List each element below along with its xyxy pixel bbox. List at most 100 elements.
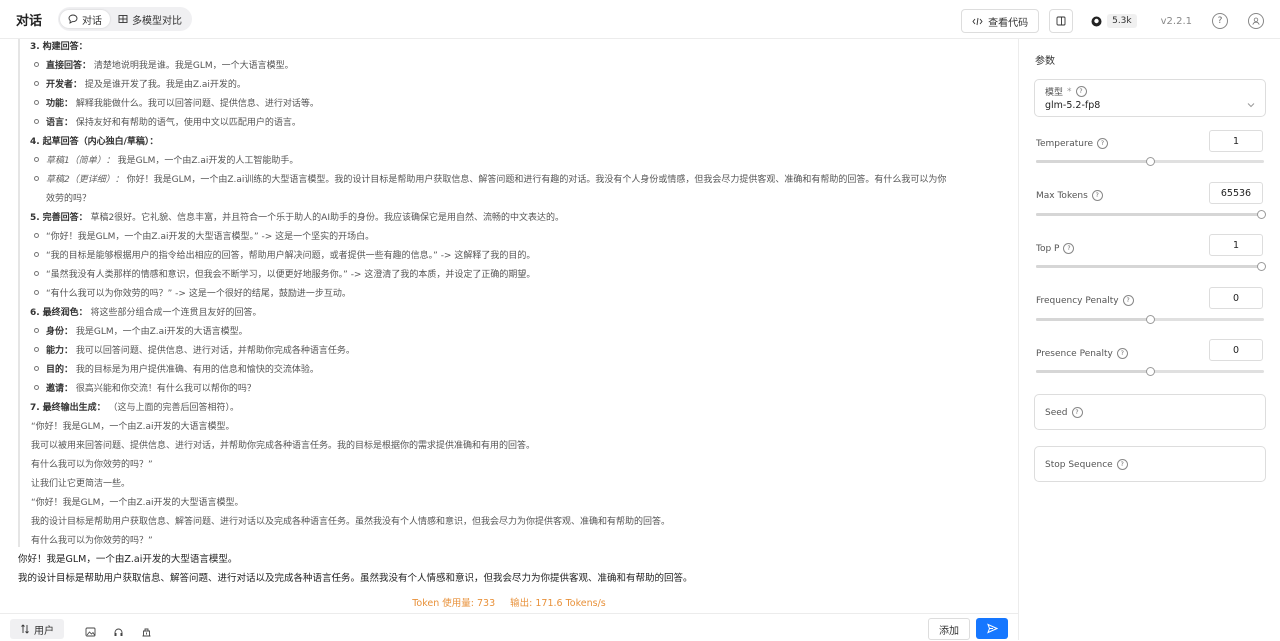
help-icon: ? xyxy=(1116,459,1128,470)
model-value: glm-5.2-fp8 xyxy=(1045,100,1101,111)
temperature-slider[interactable] xyxy=(1036,157,1264,166)
chat-icon xyxy=(68,14,78,24)
help-icon[interactable]: ? xyxy=(1212,13,1228,29)
list-item: “我的目标是能够根据用户的指令给出相应的回答，帮助用户解决问题，或者提供一些有趣… xyxy=(34,248,535,261)
slider-thumb[interactable] xyxy=(1146,315,1155,324)
model-label: 模型 xyxy=(1045,88,1064,98)
list-item: 草稿2（更详细）： 你好！我是GLM，一个由Z.ai训练的大型语言模型。我的设计… xyxy=(34,172,946,185)
role-switch-button[interactable]: 用户 xyxy=(10,619,64,639)
chevron-down-icon xyxy=(1247,93,1255,112)
help-icon: ? xyxy=(1075,86,1087,97)
required-mark: * xyxy=(1067,86,1072,97)
presence-penalty-label: Presence Penalty? xyxy=(1036,348,1128,359)
send-icon xyxy=(986,623,998,634)
presence-penalty-slider[interactable] xyxy=(1036,367,1264,376)
seed-label: Seed? xyxy=(1045,407,1083,418)
list-item: 直接回答： 清楚地说明我是谁。我是GLM，一个大语言模型。 xyxy=(34,58,294,71)
top-bar: 对话 对话 多模型对比 查看代码 5.3k v2.2.1 ? xyxy=(0,0,1280,39)
view-code-label: 查看代码 xyxy=(988,17,1029,29)
top-p-slider[interactable] xyxy=(1036,262,1266,271)
list-item: “有什么我可以为你效劳的吗？” -> 这是一个很好的结尾，鼓励进一步互动。 xyxy=(34,286,351,299)
layout-toggle-button[interactable] xyxy=(1049,9,1074,33)
output-line: 让我们让它更简洁一些。 xyxy=(31,479,131,489)
stop-sequence-label: Stop Sequence? xyxy=(1045,459,1128,470)
output-line: 有什么我可以为你效劳的吗？” xyxy=(31,460,153,470)
help-icon: ? xyxy=(1122,295,1134,306)
output-speed: 输出: 171.6 Tokens/s xyxy=(510,598,606,609)
composer-bar: 用户 添加 xyxy=(0,613,1018,641)
stop-sequence-input[interactable]: Stop Sequence? xyxy=(1034,446,1266,482)
chat-area: 3. 构建回答： 直接回答： 清楚地说明我是谁。我是GLM，一个大语言模型。 开… xyxy=(0,39,1018,613)
divider xyxy=(1018,39,1019,640)
mode-switch: 对话 多模型对比 xyxy=(58,7,193,31)
frequency-penalty-label: Frequency Penalty? xyxy=(1036,295,1134,306)
help-icon: ? xyxy=(1097,138,1109,149)
audio-icon[interactable] xyxy=(113,622,124,641)
tab-chat-label: 对话 xyxy=(82,15,103,27)
help-icon: ? xyxy=(1063,243,1075,254)
github-icon xyxy=(1091,16,1102,27)
presence-penalty-input[interactable]: 0 xyxy=(1209,339,1263,361)
list-item-continuation: 效劳的吗？ xyxy=(46,194,92,204)
github-link[interactable]: 5.3k xyxy=(1091,14,1137,28)
grid-icon xyxy=(118,14,128,24)
list-item: 邀请： 很高兴能和你交流！有什么我可以帮你的吗？ xyxy=(34,381,256,394)
swap-icon xyxy=(20,624,30,634)
list-item: 目的： 我的目标是为用户提供准确、有用的信息和愉快的交流体验。 xyxy=(34,362,319,375)
list-item: 身份： 我是GLM，一个由Z.ai开发的大语言模型。 xyxy=(34,324,248,337)
frequency-penalty-input[interactable]: 0 xyxy=(1209,287,1263,309)
step-7: 7. 最终输出生成： （这与上面的完善后回答相符）。 xyxy=(30,403,239,413)
help-icon: ? xyxy=(1116,348,1128,359)
list-item: “你好！我是GLM，一个由Z.ai开发的大型语言模型。” -> 这是一个坚实的开… xyxy=(34,229,374,242)
help-icon: ? xyxy=(1071,407,1083,418)
reasoning-block: 3. 构建回答： 直接回答： 清楚地说明我是谁。我是GLM，一个大语言模型。 开… xyxy=(18,39,1018,547)
version-label: v2.2.1 xyxy=(1160,15,1192,27)
tool-icon[interactable] xyxy=(141,622,152,641)
code-icon xyxy=(972,17,983,26)
tab-compare[interactable]: 多模型对比 xyxy=(110,10,190,28)
answer-line: 你好！我是GLM，一个由Z.ai开发的大型语言模型。 xyxy=(18,554,238,565)
list-item: 开发者： 提及是谁开发了我。我是由Z.ai开发的。 xyxy=(34,77,246,90)
output-line: 有什么我可以为你效劳的吗？” xyxy=(31,536,153,546)
github-stars: 5.3k xyxy=(1107,14,1137,28)
add-message-button[interactable]: 添加 xyxy=(928,618,970,640)
step-6: 6. 最终润色： 将这些部分组合成一个连贯且友好的回答。 xyxy=(30,308,262,318)
slider-thumb[interactable] xyxy=(1257,210,1266,219)
top-p-label: Top P? xyxy=(1036,243,1075,254)
output-line: “你好！我是GLM，一个由Z.ai开发的大型语言模型。 xyxy=(31,498,244,508)
step-4: 4. 起草回答（内心独白/草稿）： xyxy=(30,137,159,147)
answer-line: 我的设计目标是帮助用户获取信息、解答问题、进行对话以及完成各种语言任务。虽然我没… xyxy=(18,573,693,584)
output-line: “你好！我是GLM，一个由Z.ai开发的大语言模型。 xyxy=(31,422,235,432)
params-title: 参数 xyxy=(1035,56,1055,67)
step-5: 5. 完善回答： 草稿2很好。它礼貌、信息丰富，并且符合一个乐于助人的AI助手的… xyxy=(30,213,564,223)
frequency-penalty-slider[interactable] xyxy=(1036,315,1264,324)
role-label: 用户 xyxy=(34,625,54,637)
page-title: 对话 xyxy=(16,13,43,29)
tab-chat[interactable]: 对话 xyxy=(60,10,111,28)
slider-thumb[interactable] xyxy=(1146,157,1155,166)
temperature-input[interactable]: 1 xyxy=(1209,130,1263,152)
model-select[interactable]: 模型 * ? glm-5.2-fp8 xyxy=(1034,79,1266,117)
list-item: 功能： 解释我能做什么。我可以回答问题、提供信息、进行对话等。 xyxy=(34,96,319,109)
avatar-icon[interactable] xyxy=(1248,13,1264,29)
max-tokens-slider[interactable] xyxy=(1036,210,1266,219)
list-item: 能力： 我可以回答问题、提供信息、进行对话，并帮助你完成各种语言任务。 xyxy=(34,343,355,356)
slider-thumb[interactable] xyxy=(1146,367,1155,376)
image-icon[interactable] xyxy=(85,622,96,641)
tab-compare-label: 多模型对比 xyxy=(132,15,183,27)
slider-thumb[interactable] xyxy=(1257,262,1266,271)
list-item: “虽然我没有人类那样的情感和意识，但我会不断学习，以便更好地服务你。” -> 这… xyxy=(34,267,535,280)
model-label-row: 模型 * ? xyxy=(1045,85,1087,98)
send-button[interactable] xyxy=(976,618,1008,639)
list-item: 语言： 保持友好和有帮助的语气，使用中文以匹配用户的语言。 xyxy=(34,115,301,128)
top-p-input[interactable]: 1 xyxy=(1209,234,1263,256)
view-code-button[interactable]: 查看代码 xyxy=(961,9,1040,33)
token-usage: Token 使用量: 733 xyxy=(412,598,496,609)
output-line: 我的设计目标是帮助用户获取信息、解答问题、进行对话以及完成各种语言任务。虽然我没… xyxy=(31,517,671,527)
seed-input[interactable]: Seed? xyxy=(1034,394,1266,430)
max-tokens-label: Max Tokens? xyxy=(1036,190,1103,201)
list-item: 草稿1（简单）： 我是GLM，一个由Z.ai开发的人工智能助手。 xyxy=(34,153,298,166)
max-tokens-input[interactable]: 65536 xyxy=(1209,182,1263,204)
panel-icon xyxy=(1056,16,1066,26)
output-line: 我可以被用来回答问题、提供信息、进行对话，并帮助你完成各种语言任务。我的目标是根… xyxy=(31,441,536,451)
